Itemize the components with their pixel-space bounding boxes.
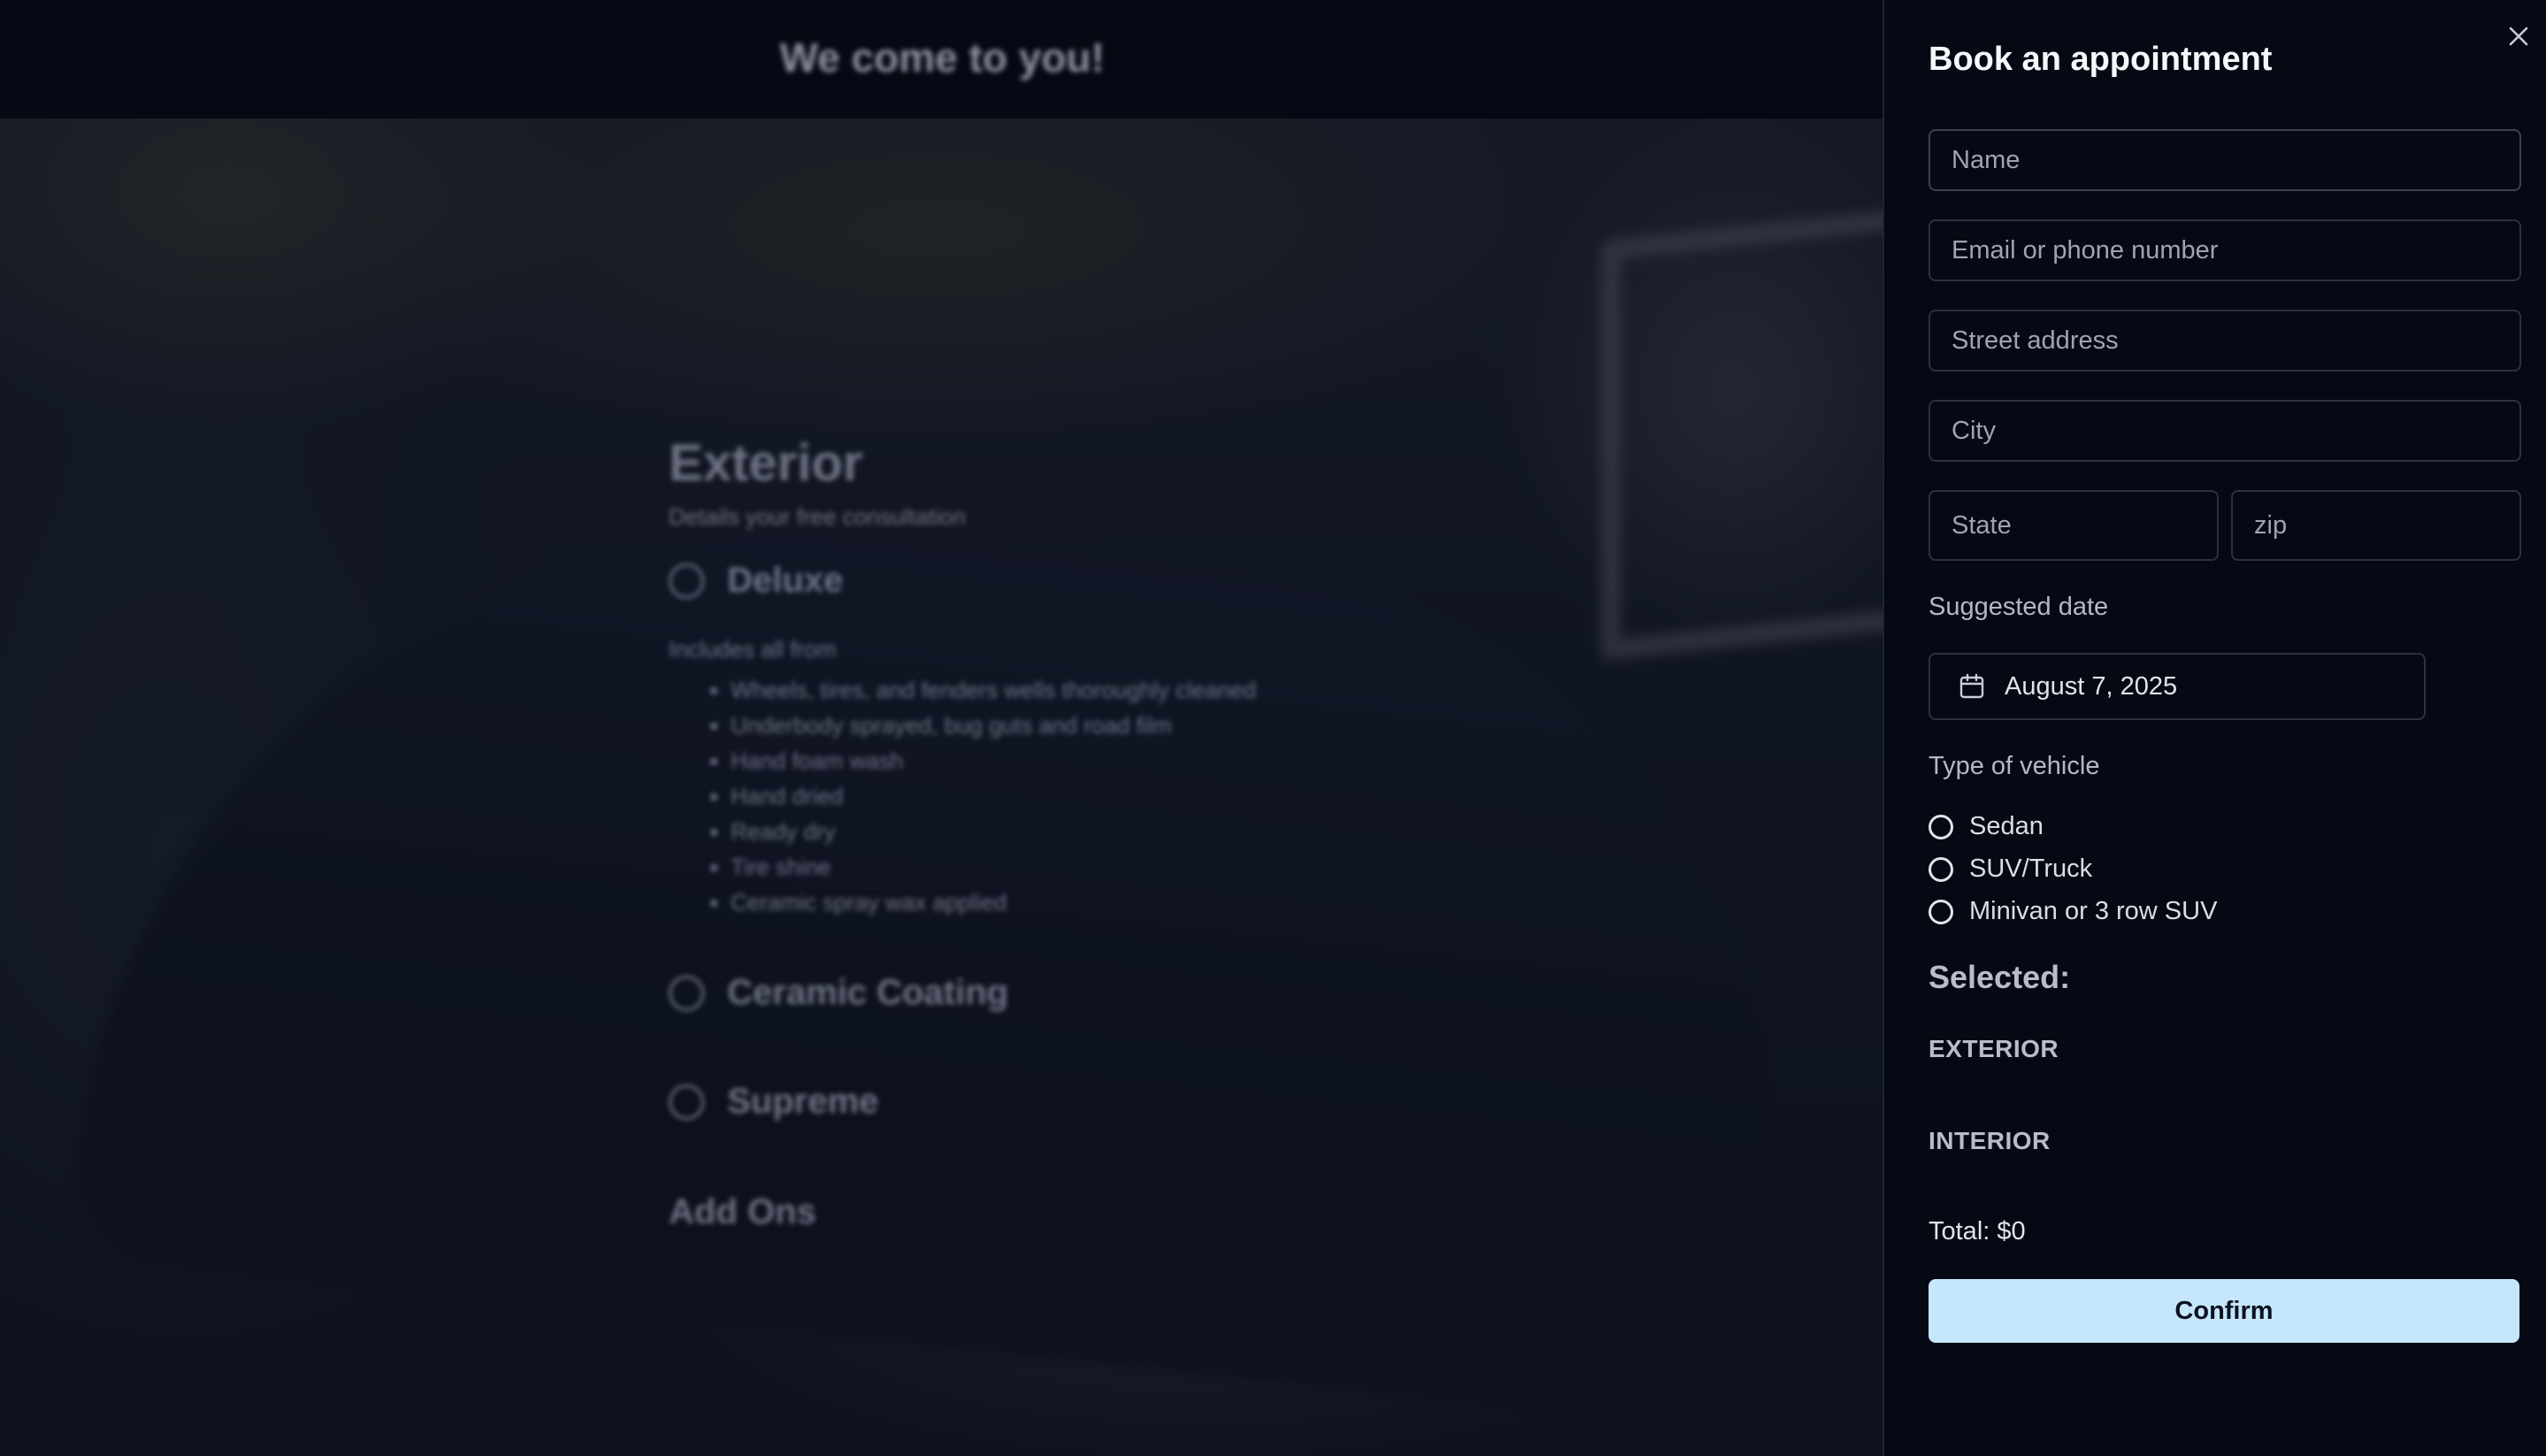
list-item: Underbody sprayed, bug guts and road fil… bbox=[731, 708, 1465, 743]
zip-input[interactable] bbox=[2231, 490, 2521, 561]
interior-heading: INTERIOR bbox=[1929, 1127, 2051, 1154]
booking-drawer: Book an appointment Suggested date Augus… bbox=[1883, 0, 2546, 1456]
vehicle-option-minivan[interactable]: Minivan or 3 row SUV bbox=[1929, 897, 2217, 926]
radio-icon bbox=[669, 563, 704, 599]
package-label: Ceramic Coating bbox=[727, 973, 1008, 1012]
vehicle-option-label: Sedan bbox=[1969, 812, 2044, 840]
vehicle-option-sedan[interactable]: Sedan bbox=[1929, 812, 2044, 841]
close-button[interactable] bbox=[2504, 21, 2534, 51]
section-subtitle: Details your free consultation bbox=[669, 503, 966, 530]
drawer-title: Book an appointment bbox=[1929, 41, 2273, 78]
package-option-supreme: Supreme bbox=[669, 1082, 1465, 1122]
radio-icon bbox=[669, 975, 704, 1011]
vehicle-option-label: SUV/Truck bbox=[1969, 854, 2093, 883]
header-title: We come to you! bbox=[779, 34, 1105, 80]
list-item: Hand dried bbox=[731, 778, 1465, 814]
close-icon bbox=[2509, 27, 2528, 46]
site-header: We come to you! bbox=[0, 0, 1884, 119]
contact-input[interactable] bbox=[1929, 219, 2521, 281]
list-item: Ready dry bbox=[731, 814, 1465, 849]
vehicle-option-label: Minivan or 3 row SUV bbox=[1969, 897, 2218, 925]
radio-icon[interactable] bbox=[1929, 856, 1953, 882]
name-input[interactable] bbox=[1929, 129, 2521, 191]
state-input[interactable] bbox=[1929, 490, 2219, 561]
addons-heading: Add Ons bbox=[669, 1192, 817, 1231]
vehicle-type-label: Type of vehicle bbox=[1929, 752, 2100, 780]
background-page: We come to you! Exterior Details your fr… bbox=[0, 0, 1884, 1456]
city-input[interactable] bbox=[1929, 400, 2521, 462]
vehicle-option-suv-truck[interactable]: SUV/Truck bbox=[1929, 854, 2092, 884]
calendar-icon bbox=[1959, 673, 1984, 699]
list-item: Wheels, tires, and fenders wells thoroug… bbox=[731, 672, 1465, 708]
radio-icon[interactable] bbox=[1929, 814, 1953, 839]
package-label: Supreme bbox=[727, 1082, 879, 1121]
radio-icon[interactable] bbox=[1929, 899, 1953, 924]
includes-label: Includes all from bbox=[669, 636, 837, 663]
date-picker-button[interactable]: August 7, 2025 bbox=[1929, 653, 2426, 720]
date-value: August 7, 2025 bbox=[2005, 671, 2178, 701]
services-section: Exterior Details your free consultation … bbox=[669, 433, 1465, 1232]
included-list: Wheels, tires, and fenders wells thoroug… bbox=[731, 672, 1465, 920]
list-item: Hand foam wash bbox=[731, 743, 1465, 778]
list-item: Tire shine bbox=[731, 849, 1465, 885]
selected-heading: Selected: bbox=[1929, 959, 2071, 995]
confirm-button[interactable]: Confirm bbox=[1929, 1279, 2519, 1343]
suggested-date-label: Suggested date bbox=[1929, 593, 2109, 621]
exterior-heading: EXTERIOR bbox=[1929, 1035, 2059, 1062]
list-item: Ceramic spray wax applied bbox=[731, 885, 1465, 920]
section-title: Exterior bbox=[669, 434, 863, 492]
package-label: Deluxe bbox=[727, 561, 844, 600]
package-option-deluxe: Deluxe bbox=[669, 561, 1465, 601]
radio-icon bbox=[669, 1084, 704, 1120]
package-option-ceramic: Ceramic Coating bbox=[669, 973, 1465, 1013]
total-price: Total: $0 bbox=[1929, 1217, 2026, 1245]
street-address-input[interactable] bbox=[1929, 310, 2521, 372]
